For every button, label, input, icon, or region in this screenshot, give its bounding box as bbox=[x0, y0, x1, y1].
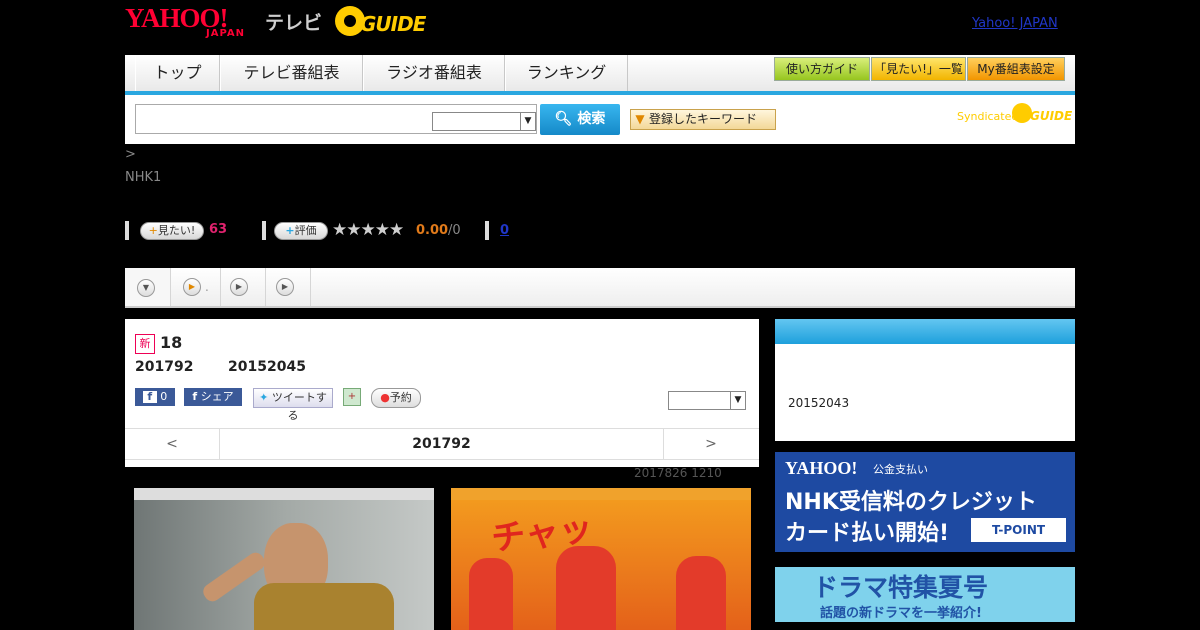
saved-keywords-label: 登録したキーワード bbox=[649, 112, 758, 126]
mitai-button[interactable]: +見たい! bbox=[140, 222, 204, 240]
facebook-icon: f bbox=[142, 391, 157, 403]
tab-dot: . bbox=[205, 280, 209, 294]
date-navigator: < 201792 > bbox=[125, 428, 759, 460]
program-photo-1[interactable] bbox=[134, 488, 434, 630]
breadcrumb[interactable]: > bbox=[125, 147, 136, 162]
mitai-count: 63 bbox=[209, 222, 228, 237]
ad-line-1: NHK受信料のクレジット bbox=[785, 490, 1037, 515]
side-box-header bbox=[775, 319, 1075, 344]
syndicated-text: Syndicated bbox=[957, 110, 1019, 123]
main-nav: トップ テレビ番組表 ラジオ番組表 ランキング 使い方ガイド 「見たい!」一覧 … bbox=[125, 55, 1075, 95]
arrow-down-icon: ▼ bbox=[635, 112, 645, 126]
program-title: 18 bbox=[160, 333, 183, 352]
ad2-title: ドラマ特集夏号 bbox=[813, 573, 989, 602]
facebook-like-button[interactable]: f 0 bbox=[135, 388, 175, 406]
ad2-sub: 話題の新ドラマを一挙紹介! bbox=[820, 606, 982, 621]
facebook-icon: f bbox=[192, 390, 198, 403]
new-badge: 新 bbox=[135, 334, 155, 354]
divider bbox=[310, 268, 311, 306]
search-button[interactable]: 🔍︎ 検索 bbox=[540, 104, 620, 135]
nhk-credit-ad[interactable]: YAHOO! 公金支払い NHK受信料のクレジット カード払い開始! T-POI… bbox=[775, 452, 1075, 552]
tab-ranking[interactable]: ランキング bbox=[505, 55, 628, 91]
divider bbox=[485, 221, 489, 240]
divider bbox=[262, 221, 266, 240]
plus-icon: + bbox=[148, 224, 158, 237]
program-tabstrip: ▼ ▶ . ▶ ▶ bbox=[125, 268, 1075, 308]
mitai-label: 見たい! bbox=[157, 224, 196, 237]
tab-active[interactable]: ▼ bbox=[125, 268, 170, 306]
divider bbox=[170, 268, 171, 306]
reserve-button[interactable]: ●予約 bbox=[371, 388, 421, 408]
facebook-count: 0 bbox=[160, 390, 168, 403]
guide-button[interactable]: 使い方ガイド bbox=[774, 57, 870, 81]
saved-keywords-button[interactable]: ▼ 登録したキーワード bbox=[630, 109, 776, 130]
drama-special-ad[interactable]: ドラマ特集夏号 話題の新ドラマを一挙紹介! bbox=[775, 567, 1075, 622]
play-icon[interactable]: ▶ bbox=[230, 278, 248, 296]
program-action-select[interactable]: ▼ bbox=[668, 391, 746, 410]
record-dot-icon: ● bbox=[380, 391, 390, 404]
mitai-list-button[interactable]: 「見たい!」一覧 bbox=[871, 57, 966, 81]
rating-value: 0.00 bbox=[416, 223, 449, 238]
rate-button[interactable]: +評価 bbox=[274, 222, 328, 240]
program-time: 20152045 bbox=[228, 359, 306, 375]
rating-max: /0 bbox=[448, 223, 461, 238]
facebook-share-button[interactable]: f シェア bbox=[184, 388, 242, 406]
divider bbox=[220, 268, 221, 306]
triangle-down-icon: ▼ bbox=[137, 279, 155, 297]
tpoint-badge: T-POINT bbox=[971, 518, 1066, 542]
program-date: 201792 bbox=[135, 359, 194, 375]
review-count-link[interactable]: 0 bbox=[500, 223, 509, 238]
current-date: 201792 bbox=[412, 436, 471, 452]
search-icon: 🔍︎ bbox=[554, 111, 573, 127]
ad-yahoo-logo: YAHOO! bbox=[785, 458, 858, 478]
play-icon[interactable]: ▶ bbox=[183, 278, 201, 296]
side-info-text: 20152043 bbox=[788, 396, 850, 410]
calendar-add-icon[interactable]: + bbox=[343, 388, 361, 406]
divider bbox=[125, 221, 129, 240]
next-day-button[interactable]: > bbox=[663, 429, 758, 459]
search-button-label: 検索 bbox=[577, 111, 606, 127]
ad-line-2: カード払い開始! bbox=[785, 521, 950, 546]
updated-timestamp: 2017826 1210 bbox=[634, 466, 722, 480]
rate-label: 評価 bbox=[294, 224, 317, 237]
gguide-logo[interactable]: GUIDE bbox=[360, 12, 426, 36]
tab-radio-schedule[interactable]: ラジオ番組表 bbox=[363, 55, 505, 91]
divider bbox=[265, 268, 266, 306]
japan-logo-text: JAPAN bbox=[206, 28, 245, 39]
reserve-label: 予約 bbox=[389, 391, 412, 404]
rating-stars: ★★★★★ bbox=[332, 220, 404, 240]
yahoo-japan-link[interactable]: Yahoo! JAPAN bbox=[972, 16, 1058, 31]
search-category-select[interactable]: ▼ bbox=[432, 112, 536, 131]
syndicated-g-icon bbox=[1012, 103, 1032, 123]
program-photo-2[interactable]: チャッ bbox=[451, 488, 751, 630]
share-label: シェア bbox=[200, 390, 234, 403]
tab-top[interactable]: トップ bbox=[135, 55, 220, 91]
ad-sub-label: 公金支払い bbox=[873, 463, 928, 476]
play-icon[interactable]: ▶ bbox=[276, 278, 294, 296]
plus-icon: + bbox=[285, 224, 295, 237]
chevron-down-icon: ▼ bbox=[730, 392, 745, 409]
my-schedule-button[interactable]: My番組表設定 bbox=[967, 57, 1065, 81]
tab-tv-schedule[interactable]: テレビ番組表 bbox=[220, 55, 363, 91]
tweet-button[interactable]: ✦ ツイートする bbox=[253, 388, 333, 422]
twitter-bird-icon: ✦ bbox=[259, 391, 269, 404]
prev-day-button[interactable]: < bbox=[125, 429, 220, 459]
channel-name: NHK1 bbox=[125, 170, 162, 185]
chevron-down-icon: ▼ bbox=[520, 113, 535, 130]
tv-logo[interactable]: テレビ bbox=[265, 8, 322, 35]
syndicated-guide-text: GUIDE bbox=[1030, 109, 1073, 123]
